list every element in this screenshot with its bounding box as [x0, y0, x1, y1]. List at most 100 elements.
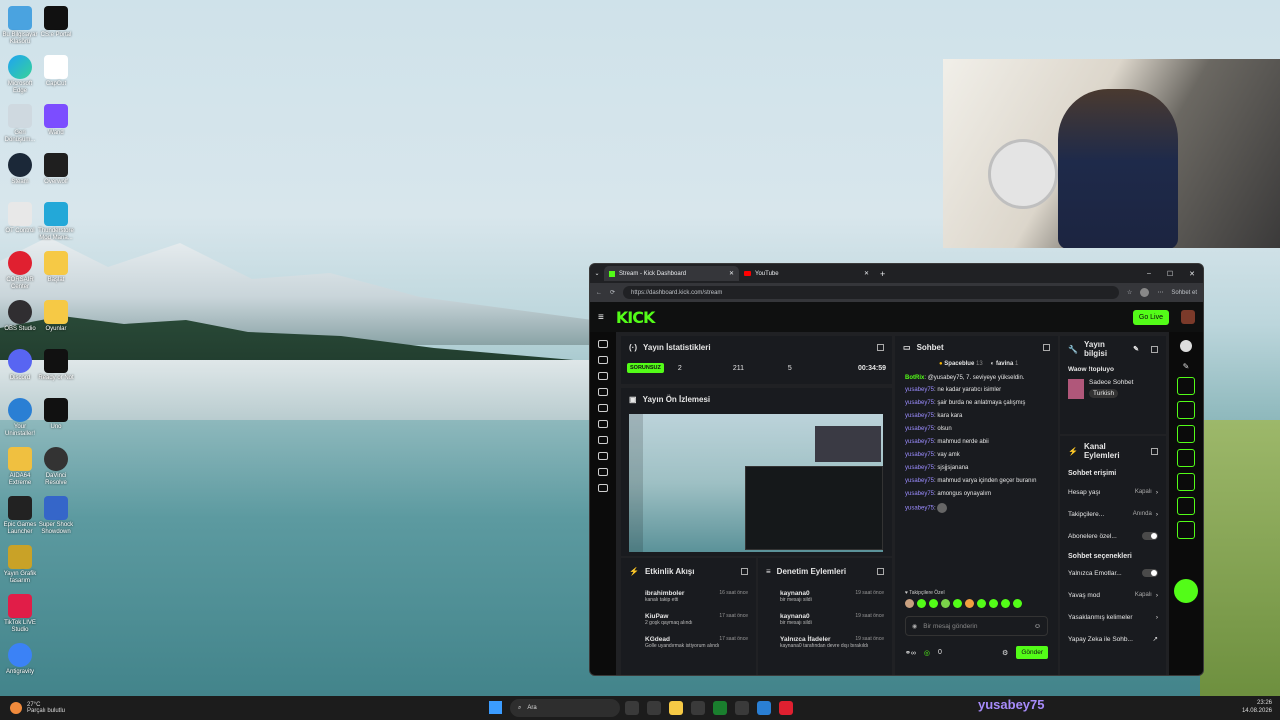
preview-video[interactable] — [629, 414, 883, 552]
emote-icon[interactable] — [989, 599, 998, 608]
popout-icon[interactable] — [877, 343, 884, 351]
toolbar-button[interactable] — [1177, 521, 1195, 539]
chart-icon[interactable] — [598, 388, 608, 396]
setting-row[interactable]: Hesap yaşı Kapalı › — [1060, 481, 1166, 503]
emote-icon[interactable] — [905, 599, 914, 608]
stream-icon[interactable] — [598, 340, 608, 348]
toolbar-button[interactable] — [1177, 497, 1195, 515]
tab-kick[interactable]: Stream - Kick Dashboard ✕ — [604, 266, 739, 281]
emote-icon[interactable] — [941, 599, 950, 608]
desktop-icon[interactable]: Başlat — [38, 251, 74, 284]
kick-logo[interactable]: KICK — [616, 308, 655, 327]
users-icon[interactable] — [598, 468, 608, 476]
taskbar-app[interactable] — [625, 701, 639, 715]
desktop-icon[interactable]: Super Shock Showdown — [38, 496, 74, 536]
desktop-icon[interactable]: CapCut — [38, 55, 74, 88]
clock[interactable]: 23:26 14.08.2026 — [1242, 699, 1272, 715]
emote-icon[interactable] — [917, 599, 926, 608]
emote-icon[interactable] — [1013, 599, 1022, 608]
setting-row[interactable]: Yavaş mod Kapalı › — [1060, 584, 1166, 606]
toolbar-button[interactable] — [1177, 377, 1195, 395]
tab-youtube[interactable]: YouTube ✕ — [739, 266, 874, 281]
popout-icon[interactable] — [1151, 447, 1158, 455]
video-icon[interactable] — [598, 420, 608, 428]
desktop-icon[interactable]: Wand — [38, 104, 74, 137]
taskbar-app[interactable] — [779, 701, 793, 715]
desktop-icon[interactable]: TikTok LIVE Studio — [2, 594, 38, 634]
profile-avatar[interactable] — [1140, 288, 1150, 297]
info-icon[interactable] — [1180, 340, 1192, 352]
close-tab-icon[interactable]: ✕ — [729, 270, 734, 277]
desktop-icon[interactable]: Your Uninstaller! — [2, 398, 38, 438]
edit-icon[interactable]: ✎ — [1133, 345, 1139, 353]
setting-row[interactable]: Yasaklanmış kelimeler › — [1060, 606, 1166, 628]
emote-icon[interactable] — [1001, 599, 1010, 608]
toggle-switch[interactable] — [1142, 532, 1158, 540]
star-icon[interactable]: ☆ — [1127, 289, 1132, 296]
setting-row[interactable]: Yapay Zeka ile Sohb... ↗ — [1060, 628, 1166, 650]
desktop-icon[interactable]: Geri Dönüşüm... — [2, 104, 38, 144]
user-avatar[interactable] — [1181, 310, 1195, 324]
setting-row[interactable]: Yalnızca Emotlar... — [1060, 562, 1166, 584]
back-icon[interactable]: ← — [596, 290, 602, 296]
search-box[interactable]: ⌕ Ara — [510, 699, 620, 717]
toggle-switch[interactable] — [1142, 569, 1158, 577]
taskbar-app[interactable] — [669, 701, 683, 715]
analytics-icon[interactable] — [598, 436, 608, 444]
popout-icon[interactable] — [1043, 343, 1050, 351]
taskbar-app[interactable] — [757, 701, 771, 715]
toolbar-button[interactable] — [1177, 401, 1195, 419]
weather-widget[interactable]: 27°C Parçalı bulutlu — [10, 702, 65, 714]
desktop-icon[interactable]: DaVinci Resolve — [38, 447, 74, 487]
settings-icon[interactable]: ⚙ — [1002, 649, 1008, 657]
desktop-icon[interactable]: Bu Bilgisayar Klasörü — [2, 6, 38, 46]
copilot-button[interactable]: Sohbet et — [1171, 290, 1197, 296]
desktop-icon[interactable]: CS:e Portal — [38, 6, 74, 39]
desktop-icon[interactable]: Microsoft Edge — [2, 55, 38, 95]
start-icon[interactable] — [489, 701, 502, 714]
url-input[interactable]: https://dashboard.kick.com/stream — [623, 286, 1119, 299]
desktop-icon[interactable]: AIDA64 Extreme — [2, 447, 38, 487]
desktop-icon[interactable]: OBS Studio — [2, 300, 38, 333]
desktop-icon[interactable]: Overwolf — [38, 153, 74, 186]
toolbar-button[interactable] — [1177, 473, 1195, 491]
desktop-icon[interactable]: Uno — [38, 398, 74, 431]
desktop-icon[interactable]: Discord — [2, 349, 38, 382]
window-icon[interactable] — [598, 372, 608, 380]
desktop-icon[interactable]: Yayın Grafik tasarım — [2, 545, 38, 585]
desktop-icon[interactable]: Antigravity — [2, 643, 38, 676]
close-tab-icon[interactable]: ✕ — [864, 270, 869, 277]
popout-icon[interactable] — [741, 567, 748, 575]
desktop-icon[interactable]: CORSAIR Center — [2, 251, 38, 291]
setting-row[interactable]: Abonelere özel... — [1060, 525, 1166, 547]
taskbar-app[interactable] — [735, 701, 749, 715]
tab-menu-icon[interactable]: ⌄ — [590, 270, 604, 277]
emote-icon[interactable] — [929, 599, 938, 608]
desktop-icon[interactable]: Ready or Not — [38, 349, 74, 382]
help-chat-button[interactable] — [1174, 579, 1198, 603]
toolbar-button[interactable] — [1177, 425, 1195, 443]
taskbar-app[interactable] — [647, 701, 661, 715]
chat-input[interactable]: ◉ Bir mesaj gönderin ☺ — [905, 616, 1048, 636]
emote-icon[interactable] — [953, 599, 962, 608]
download-icon[interactable] — [598, 484, 608, 492]
desktop-icon[interactable]: Thunderstore Mod Mana... — [38, 202, 74, 242]
popout-icon[interactable] — [1151, 345, 1158, 353]
emoji-icon[interactable]: ☺ — [1034, 623, 1041, 630]
users-icon[interactable]: ⚭∞ — [905, 649, 916, 657]
taskbar-app[interactable] — [691, 701, 705, 715]
more-icon[interactable]: ⋯ — [1157, 289, 1163, 296]
emote-icon[interactable] — [977, 599, 986, 608]
trophy-icon[interactable] — [598, 404, 608, 412]
maximize-icon[interactable]: ☐ — [1167, 270, 1173, 278]
desktop-icon[interactable]: Steam — [2, 153, 38, 186]
desktop-icon[interactable]: Oyunlar — [38, 300, 74, 333]
menu-icon[interactable]: ≡ — [598, 312, 604, 323]
pencil-icon[interactable]: ✎ — [1169, 362, 1203, 371]
close-window-icon[interactable]: ✕ — [1189, 270, 1195, 278]
minimize-icon[interactable]: – — [1147, 270, 1151, 278]
desktop-icon[interactable]: Epic Games Launcher — [2, 496, 38, 536]
go-live-button[interactable]: Go Live — [1132, 309, 1169, 325]
new-tab-icon[interactable]: + — [880, 269, 885, 279]
taskbar-app[interactable] — [713, 701, 727, 715]
